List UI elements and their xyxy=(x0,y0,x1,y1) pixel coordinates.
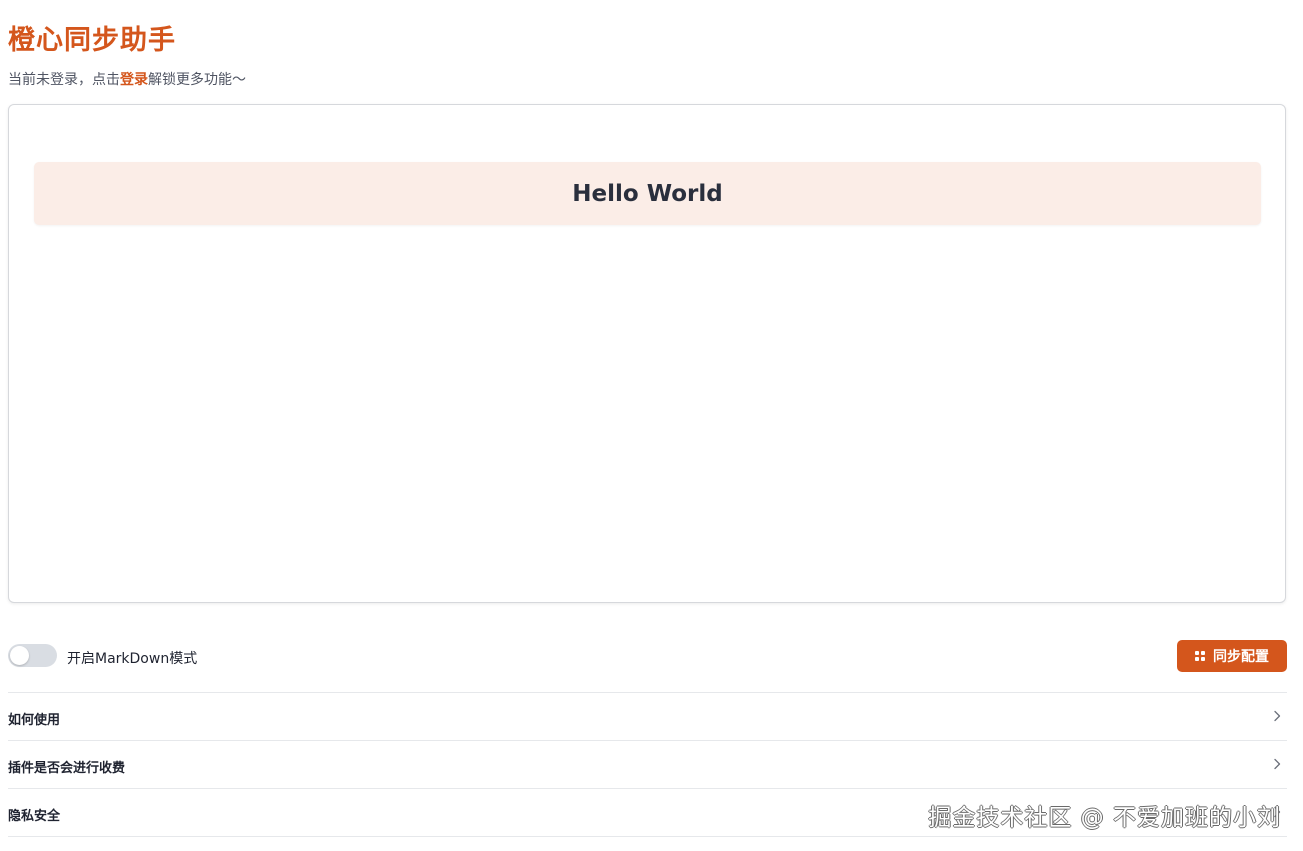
chevron-right-icon xyxy=(1274,758,1281,770)
watermark: 掘金技术社区 @ 不爱加班的小刘 xyxy=(928,805,1281,831)
login-link[interactable]: 登录 xyxy=(120,72,148,88)
login-notice: 当前未登录，点击登录解锁更多功能～ xyxy=(8,69,246,89)
faq-item-pricing[interactable]: 插件是否会进行收费 xyxy=(8,741,1287,789)
app-title: 橙心同步助手 xyxy=(8,25,176,56)
faq-item-label: 插件是否会进行收费 xyxy=(8,761,126,776)
editor-area[interactable]: Hello World xyxy=(8,104,1286,603)
markdown-mode-label: 开启MarkDown模式 xyxy=(67,651,198,667)
login-notice-suffix: 解锁更多功能～ xyxy=(148,72,246,88)
toolbar-row: 开启MarkDown模式 同步配置 xyxy=(8,640,1287,672)
markdown-mode-switch[interactable] xyxy=(8,644,57,667)
login-notice-prefix: 当前未登录，点击 xyxy=(8,72,120,88)
faq-item-label: 如何使用 xyxy=(8,713,61,728)
sync-config-button[interactable]: 同步配置 xyxy=(1177,640,1287,672)
grid-icon xyxy=(1195,651,1205,661)
sync-config-label: 同步配置 xyxy=(1213,649,1269,665)
faq-item-label: 隐私安全 xyxy=(8,809,61,824)
chevron-right-icon xyxy=(1274,710,1281,722)
editor-heading-block[interactable]: Hello World xyxy=(34,162,1261,225)
faq-item-how-to-use[interactable]: 如何使用 xyxy=(8,693,1287,741)
switch-knob xyxy=(10,646,29,665)
